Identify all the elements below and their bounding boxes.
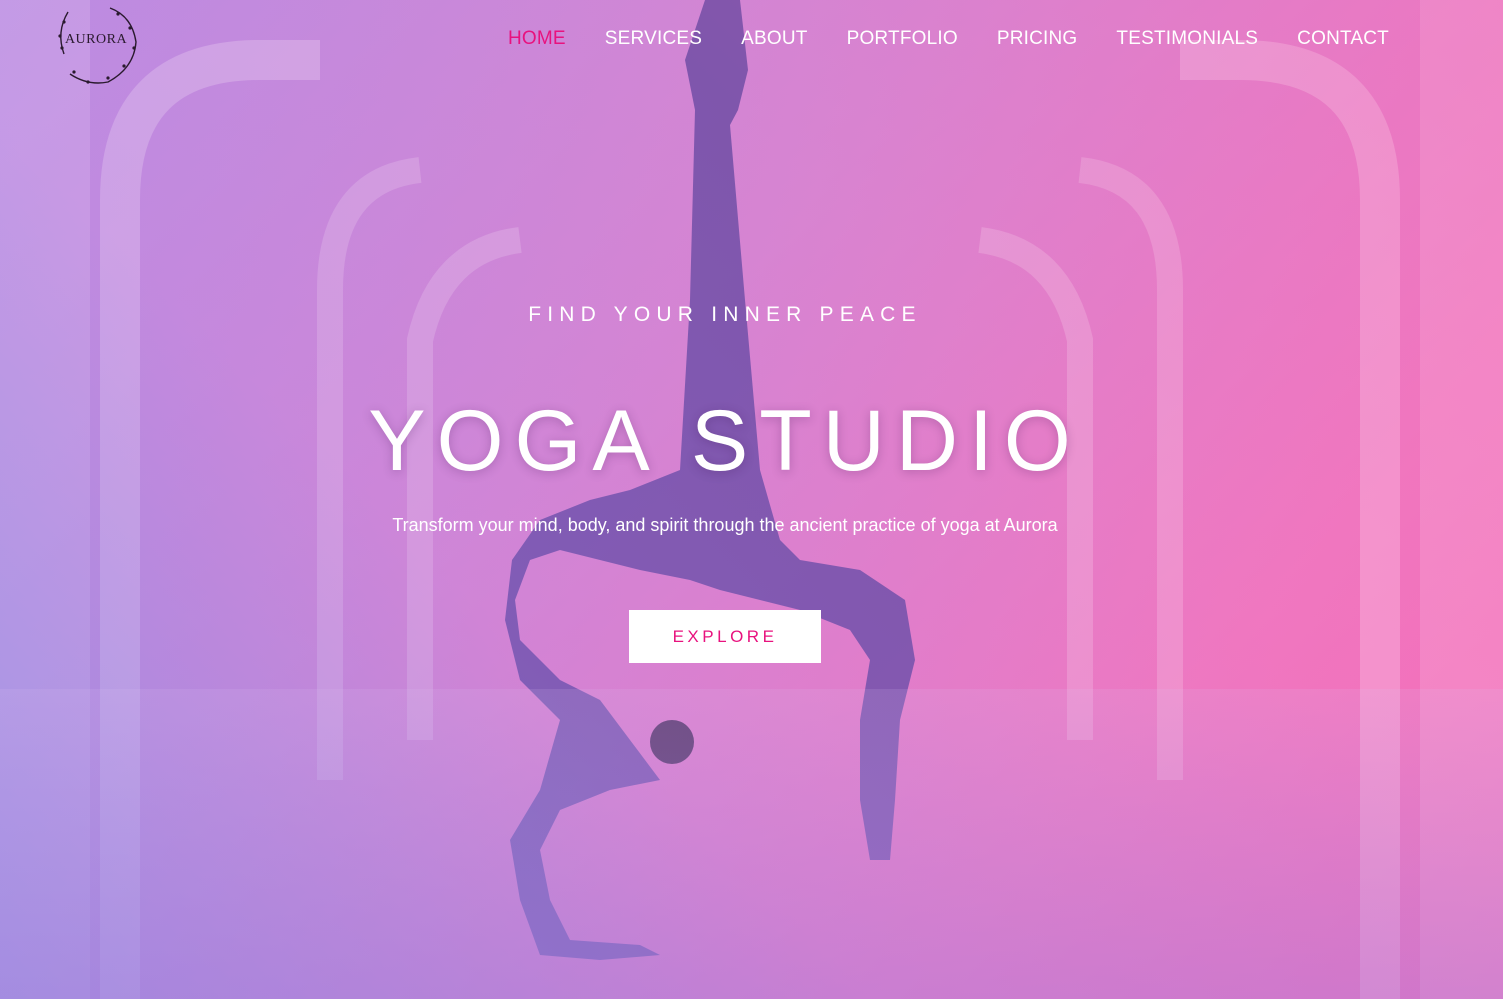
nav-link-about[interactable]: ABOUT — [741, 28, 807, 49]
nav-link-services[interactable]: SERVICES — [605, 28, 702, 49]
nav-item-about: ABOUT — [741, 28, 807, 50]
nav-link-pricing[interactable]: PRICING — [997, 28, 1078, 49]
nav-item-portfolio: PORTFOLIO — [847, 28, 958, 50]
hero-subtitle: Transform your mind, body, and spirit th… — [392, 515, 1058, 535]
nav-link-testimonials[interactable]: TESTIMONIALS — [1116, 28, 1258, 49]
nav-link-home[interactable]: HOME — [508, 28, 566, 49]
nav-item-testimonials: TESTIMONIALS — [1116, 28, 1258, 50]
hero-section: AURORA HOME SERVICES ABOUT PORTFOLIO PRI… — [0, 0, 1503, 999]
explore-button[interactable]: EXPLORE — [629, 610, 821, 663]
nav-item-pricing: PRICING — [997, 28, 1078, 50]
hero-title: YOGA STUDIO — [368, 393, 1082, 489]
nav-item-home: HOME — [508, 28, 566, 50]
hero-eyebrow: FIND YOUR INNER PEACE — [528, 303, 922, 326]
nav-item-contact: CONTACT — [1297, 28, 1389, 50]
floor-shade — [0, 689, 1503, 999]
nav-item-services: SERVICES — [605, 28, 702, 50]
aurora-logo[interactable]: AURORA — [48, 0, 144, 88]
nav-link-contact[interactable]: CONTACT — [1297, 28, 1389, 49]
nav-link-portfolio[interactable]: PORTFOLIO — [847, 28, 958, 49]
logo-text: AURORA — [64, 32, 128, 47]
main-nav: HOME SERVICES ABOUT PORTFOLIO PRICING TE… — [508, 28, 1389, 50]
